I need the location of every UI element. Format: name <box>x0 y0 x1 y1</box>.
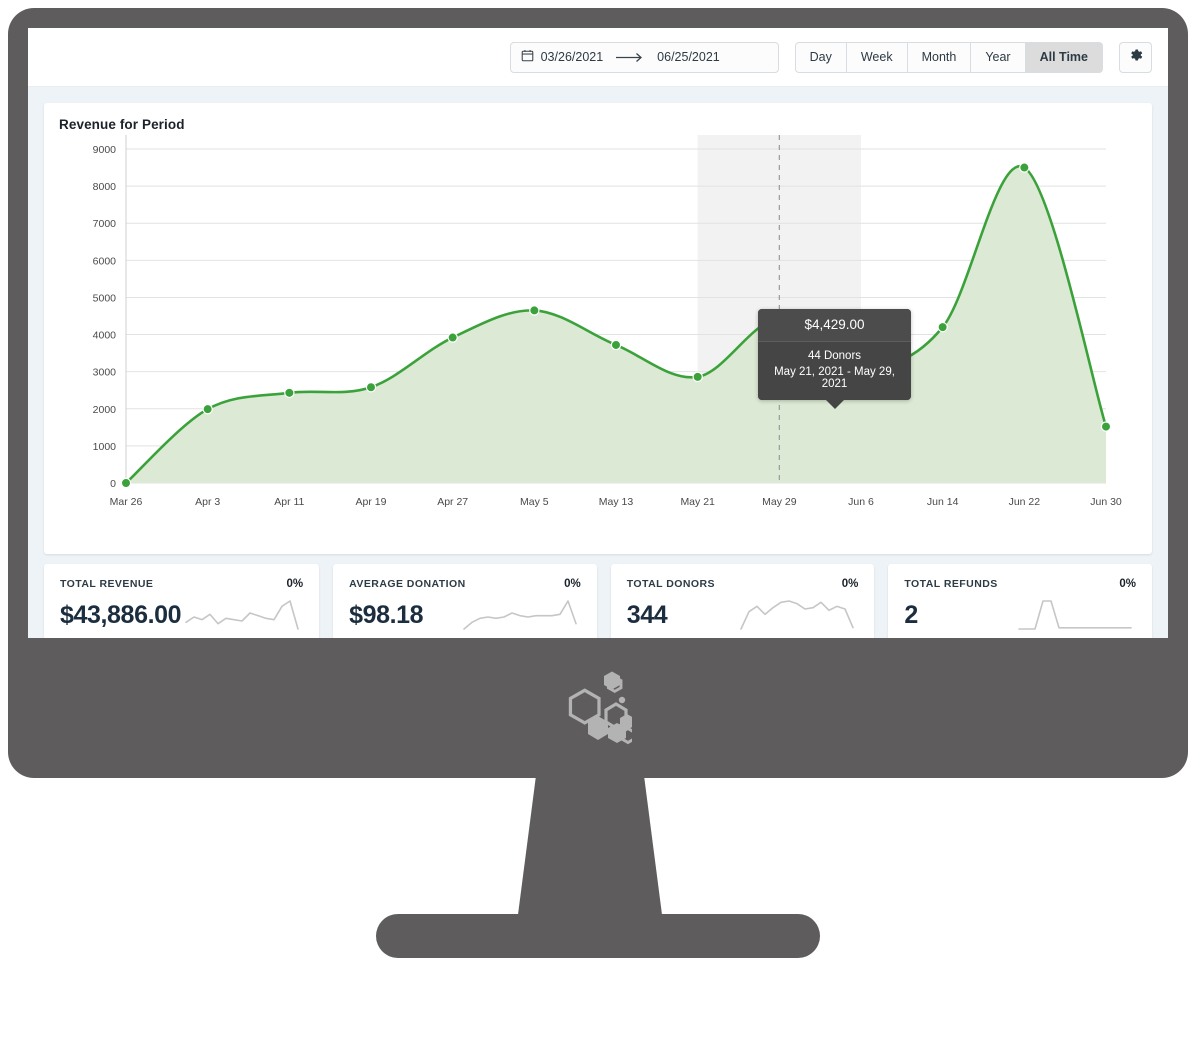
data-point <box>529 305 540 316</box>
range-button-day[interactable]: Day <box>794 41 847 73</box>
kpi-card-total-refunds[interactable]: Total Refunds 0% 2 <box>888 564 1152 638</box>
tooltip-donors: 44 Donors <box>807 350 862 362</box>
kpi-label: Average Donation <box>349 578 466 590</box>
x-axis-tick: Mar 26 <box>110 496 143 508</box>
range-toggle-group: Day Week Month Year All Time <box>794 41 1103 73</box>
kpi-card-average-donation[interactable]: Average Donation 0% $98.18 <box>333 564 597 638</box>
sparkline-chart <box>185 600 299 630</box>
range-button-all-time[interactable]: All Time <box>1025 41 1103 73</box>
monitor-stand-neck <box>516 770 664 930</box>
kpi-value: 2 <box>904 600 918 629</box>
kpi-value: 344 <box>626 600 668 629</box>
sparkline-chart <box>462 600 577 630</box>
data-point <box>610 339 622 351</box>
x-axis-tick: May 5 <box>520 496 549 508</box>
sparkline-chart <box>740 600 855 630</box>
page-title: Revenue for Period <box>59 117 185 132</box>
kpi-value: $43,886.00 <box>60 600 182 629</box>
x-axis-tick: Apr 3 <box>195 496 220 508</box>
tooltip-amount: $4,429.00 <box>758 309 911 342</box>
data-point <box>365 382 377 393</box>
kpi-percent: 0% <box>1119 578 1136 590</box>
x-axis-tick: Apr 19 <box>356 496 387 508</box>
area-fill <box>126 166 1106 483</box>
y-axis-tick: 7000 <box>93 218 117 230</box>
date-end-cell[interactable]: 06/25/2021 <box>647 43 730 72</box>
data-point <box>692 371 703 383</box>
y-axis-tick: 1000 <box>93 441 117 453</box>
monitor-frame: 03/26/2021 06/25/2021 Day Week Month Yea… <box>8 8 1188 778</box>
sparkline-chart <box>1018 600 1132 630</box>
kpi-row: Total Revenue 0% $43,886.00 Average Dona… <box>44 564 1152 638</box>
tooltip-date-range: May 21, 2021 - May 29, 2021 <box>774 366 895 390</box>
y-axis-tick: 3000 <box>93 367 117 379</box>
screen: 03/26/2021 06/25/2021 Day Week Month Yea… <box>28 28 1168 638</box>
brand-logo <box>8 640 1188 778</box>
x-axis-tick: Jun 22 <box>1009 496 1041 508</box>
kpi-label: Total Revenue <box>60 578 154 590</box>
range-button-year[interactable]: Year <box>971 41 1026 73</box>
x-axis-tick: May 29 <box>762 496 797 508</box>
y-axis-tick: 2000 <box>93 404 117 416</box>
arrow-right-icon <box>613 52 647 63</box>
y-axis-tick: 0 <box>110 478 116 490</box>
kpi-percent: 0% <box>564 578 581 590</box>
toolbar: 03/26/2021 06/25/2021 Day Week Month Yea… <box>28 28 1168 87</box>
data-point <box>202 403 213 415</box>
x-axis-tick: May 13 <box>599 496 634 508</box>
x-axis-tick: Jun 14 <box>927 496 959 508</box>
data-point <box>120 477 132 489</box>
revenue-area-chart[interactable]: 0 1000 2000 3000 4000 5000 6000 7000 8000 9000 Mar… <box>44 135 1152 535</box>
x-axis-tick: May 21 <box>680 496 715 508</box>
range-button-month[interactable]: Month <box>907 41 972 73</box>
x-axis-tick: Jun 6 <box>848 496 874 508</box>
y-axis-tick: 5000 <box>93 292 117 304</box>
kpi-label: Total Donors <box>626 578 715 590</box>
date-range-picker[interactable]: 03/26/2021 06/25/2021 <box>509 41 779 73</box>
date-end-value: 06/25/2021 <box>657 50 720 64</box>
x-axis-tick: Jun 30 <box>1090 496 1122 508</box>
kpi-percent: 0% <box>286 578 304 590</box>
kpi-value: $98.18 <box>349 600 424 629</box>
data-point <box>937 321 948 333</box>
date-start-value: 03/26/2021 <box>540 50 604 64</box>
revenue-chart-card: Revenue for Period 0 1000 2000 3000 4000 5000… <box>44 103 1152 554</box>
y-axis-tick: 4000 <box>93 330 117 342</box>
calendar-icon <box>521 49 534 65</box>
tooltip-details: 44 Donors May 21, 2021 - May 29, 2021 <box>758 342 911 400</box>
kpi-card-total-donors[interactable]: Total Donors 0% 344 <box>610 564 875 638</box>
kpi-percent: 0% <box>841 578 859 590</box>
settings-button[interactable] <box>1119 41 1152 73</box>
x-axis-tick: Apr 11 <box>274 496 304 508</box>
chart-tooltip: $4,429.00 44 Donors May 21, 2021 - May 2… <box>758 309 911 409</box>
date-start-cell[interactable]: 03/26/2021 <box>511 43 614 72</box>
range-button-week[interactable]: Week <box>846 41 908 73</box>
data-point <box>284 387 295 399</box>
data-point <box>1019 162 1030 173</box>
y-axis-tick: 8000 <box>93 181 117 193</box>
data-point <box>1100 421 1112 432</box>
data-point <box>447 332 458 343</box>
y-axis-tick: 9000 <box>93 144 117 156</box>
tooltip-arrow <box>824 399 845 409</box>
monitor-stand-base <box>376 914 820 958</box>
kpi-card-total-revenue[interactable]: Total Revenue 0% $43,886.00 <box>44 564 320 638</box>
y-axis-tick: 6000 <box>93 255 117 267</box>
kpi-label: Total Refunds <box>904 578 998 590</box>
x-axis-tick: Apr 27 <box>437 496 468 508</box>
gear-icon <box>1128 47 1144 68</box>
